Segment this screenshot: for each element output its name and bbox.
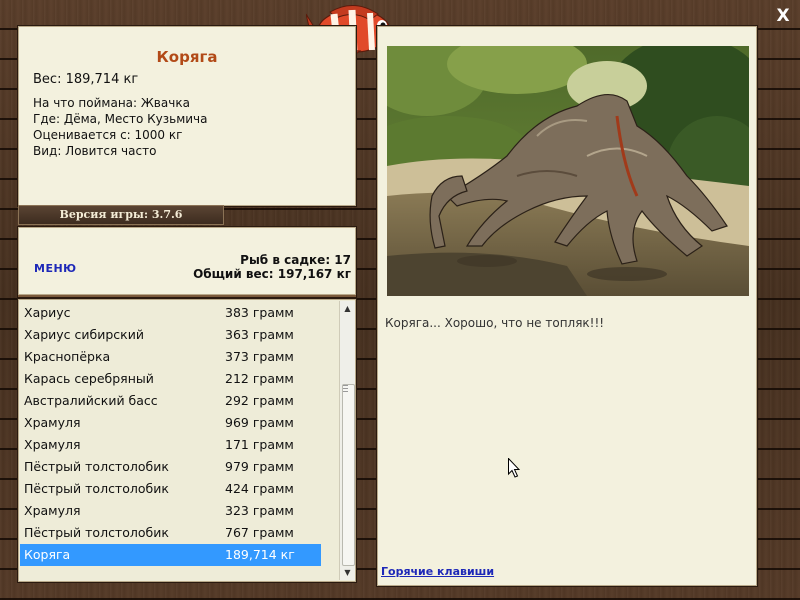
catch-list-item[interactable]: Храмуля 323 грамм	[20, 500, 321, 522]
catch-list-item[interactable]: Храмуля 171 грамм	[20, 434, 321, 456]
list-scrollbar[interactable]: ▲ ▼	[339, 301, 355, 580]
catch-list-item[interactable]: Австралийский басс 292 грамм	[20, 390, 321, 412]
catch-list-item[interactable]: Краснопёрка 373 грамм	[20, 346, 321, 368]
catch-list-item[interactable]: Коряга 189,714 кг	[20, 544, 321, 566]
scroll-up-icon[interactable]: ▲	[340, 301, 355, 316]
catch-item-weight: 171 грамм	[225, 437, 294, 452]
photo-caption: Коряга... Хорошо, что не топляк!!!	[385, 316, 605, 330]
total-weight: Общий вес: 197,167 кг	[193, 267, 351, 281]
game-version-label: Версия игры: 3.7.6	[18, 205, 224, 225]
catch-item-weight: 767 грамм	[225, 525, 294, 540]
game-window: { "close_label": "X", "info": { "title":…	[0, 0, 800, 600]
hotkeys-link[interactable]: Горячие клавиши	[381, 565, 494, 578]
catch-item-name: Коряга	[24, 547, 71, 562]
fish-title: Коряга	[156, 48, 218, 66]
catch-list-item[interactable]: Карась серебряный 212 грамм	[20, 368, 321, 390]
driftwood-photo	[387, 46, 749, 296]
catch-list-item[interactable]: Храмуля 969 грамм	[20, 412, 321, 434]
catch-list-item[interactable]: Хариус 383 грамм	[20, 302, 321, 324]
catch-item-weight: 363 грамм	[225, 327, 294, 342]
close-button[interactable]: X	[775, 7, 791, 25]
catch-item-weight: 969 грамм	[225, 415, 294, 430]
catch-item-name: Краснопёрка	[24, 349, 111, 364]
catch-list-item[interactable]: Хариус сибирский 363 грамм	[20, 324, 321, 346]
catch-list-item[interactable]: Пёстрый толстолобик 979 грамм	[20, 456, 321, 478]
catch-item-weight: 212 грамм	[225, 371, 294, 386]
catch-item-name: Карась серебряный	[24, 371, 154, 386]
scrollbar-thumb[interactable]	[342, 384, 355, 566]
detail-panel: Коряга... Хорошо, что не топляк!!! Горяч…	[377, 26, 757, 586]
fish-count: Рыб в садке: 17	[240, 253, 351, 267]
mouse-cursor-icon	[508, 458, 520, 478]
scrollbar-grip	[343, 385, 348, 394]
caught-with: На что поймана: Жвачка	[33, 96, 190, 110]
catch-item-weight: 424 грамм	[225, 481, 294, 496]
fish-info-panel: Коряга Вес: 189,714 кг На что поймана: Ж…	[18, 26, 356, 206]
fish-kind: Вид: Ловится часто	[33, 144, 157, 158]
catch-item-weight: 373 грамм	[225, 349, 294, 364]
catch-item-name: Храмуля	[24, 437, 81, 452]
catch-item-weight: 189,714 кг	[225, 547, 295, 562]
catch-item-weight: 979 грамм	[225, 459, 294, 474]
catch-item-weight: 292 грамм	[225, 393, 294, 408]
valued-from: Оценивается с: 1000 кг	[33, 128, 183, 142]
catch-list[interactable]: Хариус 383 грамм Хариус сибирский 363 грамм…	[18, 299, 356, 582]
catch-list-item[interactable]: Пёстрый толстолобик 424 грамм	[20, 478, 321, 500]
menu-button[interactable]: МЕНЮ	[34, 262, 77, 275]
catch-list-item[interactable]: Пёстрый толстолобик 767 грамм	[20, 522, 321, 544]
catch-summary-panel: МЕНЮ Рыб в садке: 17 Общий вес: 197,167 …	[18, 227, 356, 297]
catch-item-name: Хариус сибирский	[24, 327, 144, 342]
catch-item-name: Австралийский басс	[24, 393, 158, 408]
catch-item-weight: 383 грамм	[225, 305, 294, 320]
catch-item-name: Хариус	[24, 305, 71, 320]
catch-item-weight: 323 грамм	[225, 503, 294, 518]
catch-item-name: Храмуля	[24, 503, 81, 518]
catch-item-name: Пёстрый толстолобик	[24, 459, 169, 474]
scroll-down-icon[interactable]: ▼	[340, 565, 355, 580]
fish-weight: Вес: 189,714 кг	[33, 72, 139, 87]
catch-item-name: Храмуля	[24, 415, 81, 430]
catch-item-name: Пёстрый толстолобик	[24, 525, 169, 540]
catch-location: Где: Дёма, Место Кузьмича	[33, 112, 208, 126]
catch-item-name: Пёстрый толстолобик	[24, 481, 169, 496]
